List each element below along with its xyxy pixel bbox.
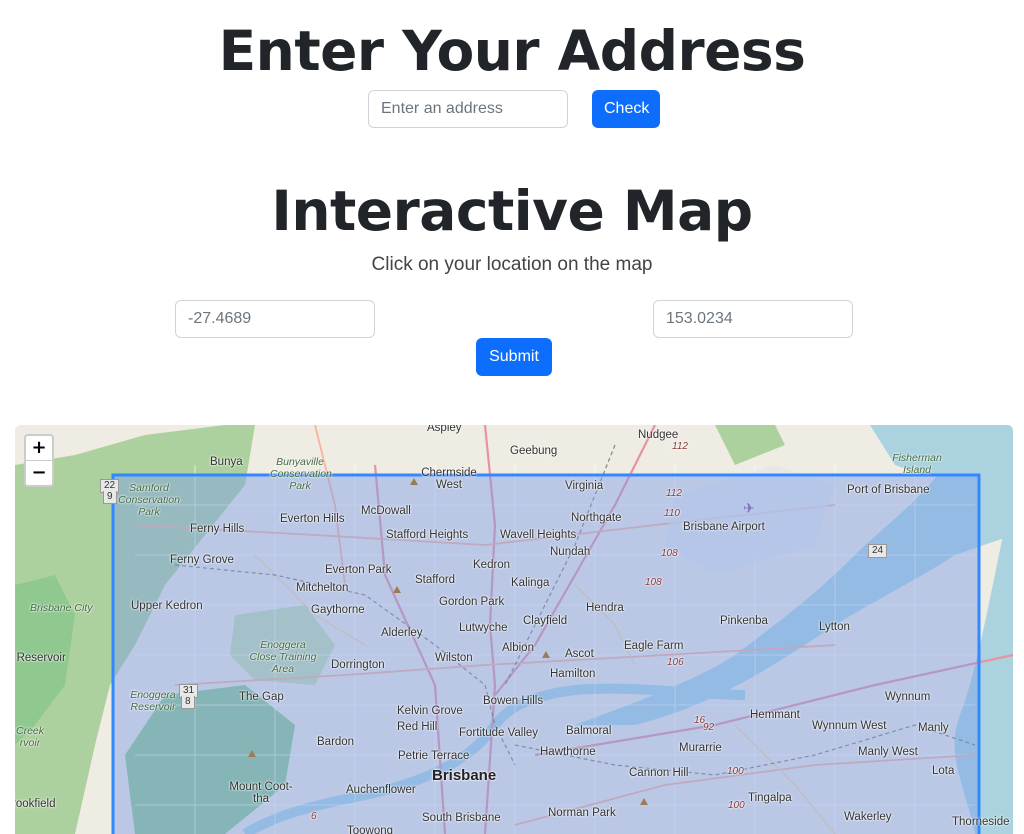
map-label: Tingalpa xyxy=(748,792,792,804)
map-label: Manly West xyxy=(858,746,918,758)
map-label: Ferny Grove xyxy=(170,554,234,566)
map-label: Lota xyxy=(932,765,955,777)
map-label: Gordon Park xyxy=(439,596,505,608)
map-label: Hamilton xyxy=(550,668,596,680)
map-label: Enoggera Close Training Area xyxy=(249,639,317,675)
road-number: 112 xyxy=(672,441,688,452)
map-label: Fisherman Island xyxy=(892,452,942,476)
map-label: Bunyaville Conservation Park xyxy=(270,456,332,492)
map-label: Lutwyche xyxy=(459,622,508,634)
map-label: rookfield xyxy=(15,798,56,810)
road-number: 110 xyxy=(664,508,680,519)
map-label: Everton Park xyxy=(325,564,392,576)
map-label: Norman Park xyxy=(548,807,616,819)
map-label: Hendra xyxy=(586,602,624,614)
map-label: Brisbane City xyxy=(30,602,93,614)
map-label: Auchenflower xyxy=(346,784,416,796)
map-label: Dorrington xyxy=(331,659,385,671)
zoom-in-button[interactable]: + xyxy=(26,436,52,460)
map-label: Enoggera Reservoir xyxy=(130,689,176,713)
map-label: Port of Brisbane xyxy=(847,484,930,496)
map-label: Pinkenba xyxy=(720,615,768,627)
road-number: 108 xyxy=(645,577,662,588)
map-label: Virginia xyxy=(565,480,604,492)
map-label: Fortitude Valley xyxy=(459,727,539,739)
zoom-out-button[interactable]: − xyxy=(26,460,52,485)
map-label: Wavell Heights xyxy=(500,529,577,541)
map-label: Wynnum West xyxy=(812,720,887,732)
map-label: Chermside West xyxy=(421,467,477,491)
interactive-map[interactable]: ✈ + − Aspley Nudgee Geebung Bunya Bunyav… xyxy=(15,425,1013,834)
map-label: Wakerley xyxy=(844,811,892,823)
map-label: Hemmant xyxy=(750,709,800,721)
map-label: Aspley xyxy=(427,425,462,434)
map-label: Clayfield xyxy=(523,615,568,627)
map-label: South Brisbane xyxy=(422,812,501,824)
map-label: Nundah xyxy=(550,546,591,558)
route-shield: 24 xyxy=(868,544,888,558)
map-label: Kalinga xyxy=(511,577,550,589)
map-label: Toowong xyxy=(347,825,394,834)
submit-button[interactable]: Submit xyxy=(476,338,552,376)
map-label: Balmoral xyxy=(566,725,612,737)
address-input[interactable] xyxy=(368,90,568,128)
map-label: The Gap xyxy=(239,691,284,703)
map-label: Samford Conservation Park xyxy=(118,482,180,518)
map-label: Petrie Terrace xyxy=(398,750,470,762)
road-number: 112 xyxy=(666,488,682,499)
check-button[interactable]: Check xyxy=(592,90,660,128)
map-subtitle: Click on your location on the map xyxy=(371,254,653,275)
map-label: Thorneside xyxy=(952,816,1010,828)
map-label: Brisbane Airport xyxy=(683,521,765,533)
longitude-input[interactable] xyxy=(653,300,853,338)
map-label: Kedron xyxy=(473,559,511,571)
map-label: Alderley xyxy=(381,627,423,639)
map-label: Stafford xyxy=(415,574,456,586)
map-label: Hawthorne xyxy=(540,746,596,758)
map-label: Red Hill xyxy=(397,721,438,733)
road-number: 106 xyxy=(667,657,684,668)
map-label: Everton Hills xyxy=(280,513,345,525)
map-label: Eagle Farm xyxy=(624,640,684,652)
zoom-control: + − xyxy=(24,434,54,487)
map-label: Cannon Hill xyxy=(629,767,689,779)
map-label: Ferny Hills xyxy=(190,523,245,535)
map-label: Murarrie xyxy=(679,742,722,754)
route-shield: 8 xyxy=(181,696,195,709)
map-title: Interactive Map xyxy=(271,179,753,243)
latitude-input[interactable] xyxy=(175,300,375,338)
road-number: 100 xyxy=(727,766,744,777)
map-label: Albion xyxy=(502,642,534,654)
map-label: Nudgee xyxy=(638,429,679,441)
map-label: Bowen Hills xyxy=(483,695,544,707)
map-label: Upper Kedron xyxy=(131,600,203,612)
address-title: Enter Your Address xyxy=(218,19,806,83)
map-label: Stafford Heights xyxy=(386,529,469,541)
map-label: Wilston xyxy=(435,652,473,664)
map-label: a Reservoir xyxy=(15,652,66,664)
map-label: Gaythorne xyxy=(311,604,365,616)
map-label: Mount Coot-tha xyxy=(229,781,293,805)
map-label: Geebung xyxy=(510,445,558,457)
map-label: Manly xyxy=(918,722,949,734)
map-label: Lytton xyxy=(819,621,850,633)
road-number: 100 xyxy=(728,800,745,811)
road-number: 6 xyxy=(311,811,317,822)
route-shield: 9 xyxy=(103,491,117,504)
road-number: 108 xyxy=(661,548,678,559)
map-label: Northgate xyxy=(571,512,622,524)
map-label: Kelvin Grove xyxy=(397,705,463,717)
map-label: Ascot xyxy=(565,648,594,660)
map-label: Mitchelton xyxy=(296,582,349,594)
map-label: Wynnum xyxy=(885,691,931,703)
map-label: Bunya xyxy=(210,456,243,468)
map-label: Bardon xyxy=(317,736,355,748)
map-label: Brisbane xyxy=(432,767,497,784)
map-label: Creek rvoir xyxy=(15,725,44,749)
road-number: 92 xyxy=(703,722,715,733)
map-label: McDowall xyxy=(361,505,411,517)
svg-text:✈: ✈ xyxy=(743,501,755,517)
